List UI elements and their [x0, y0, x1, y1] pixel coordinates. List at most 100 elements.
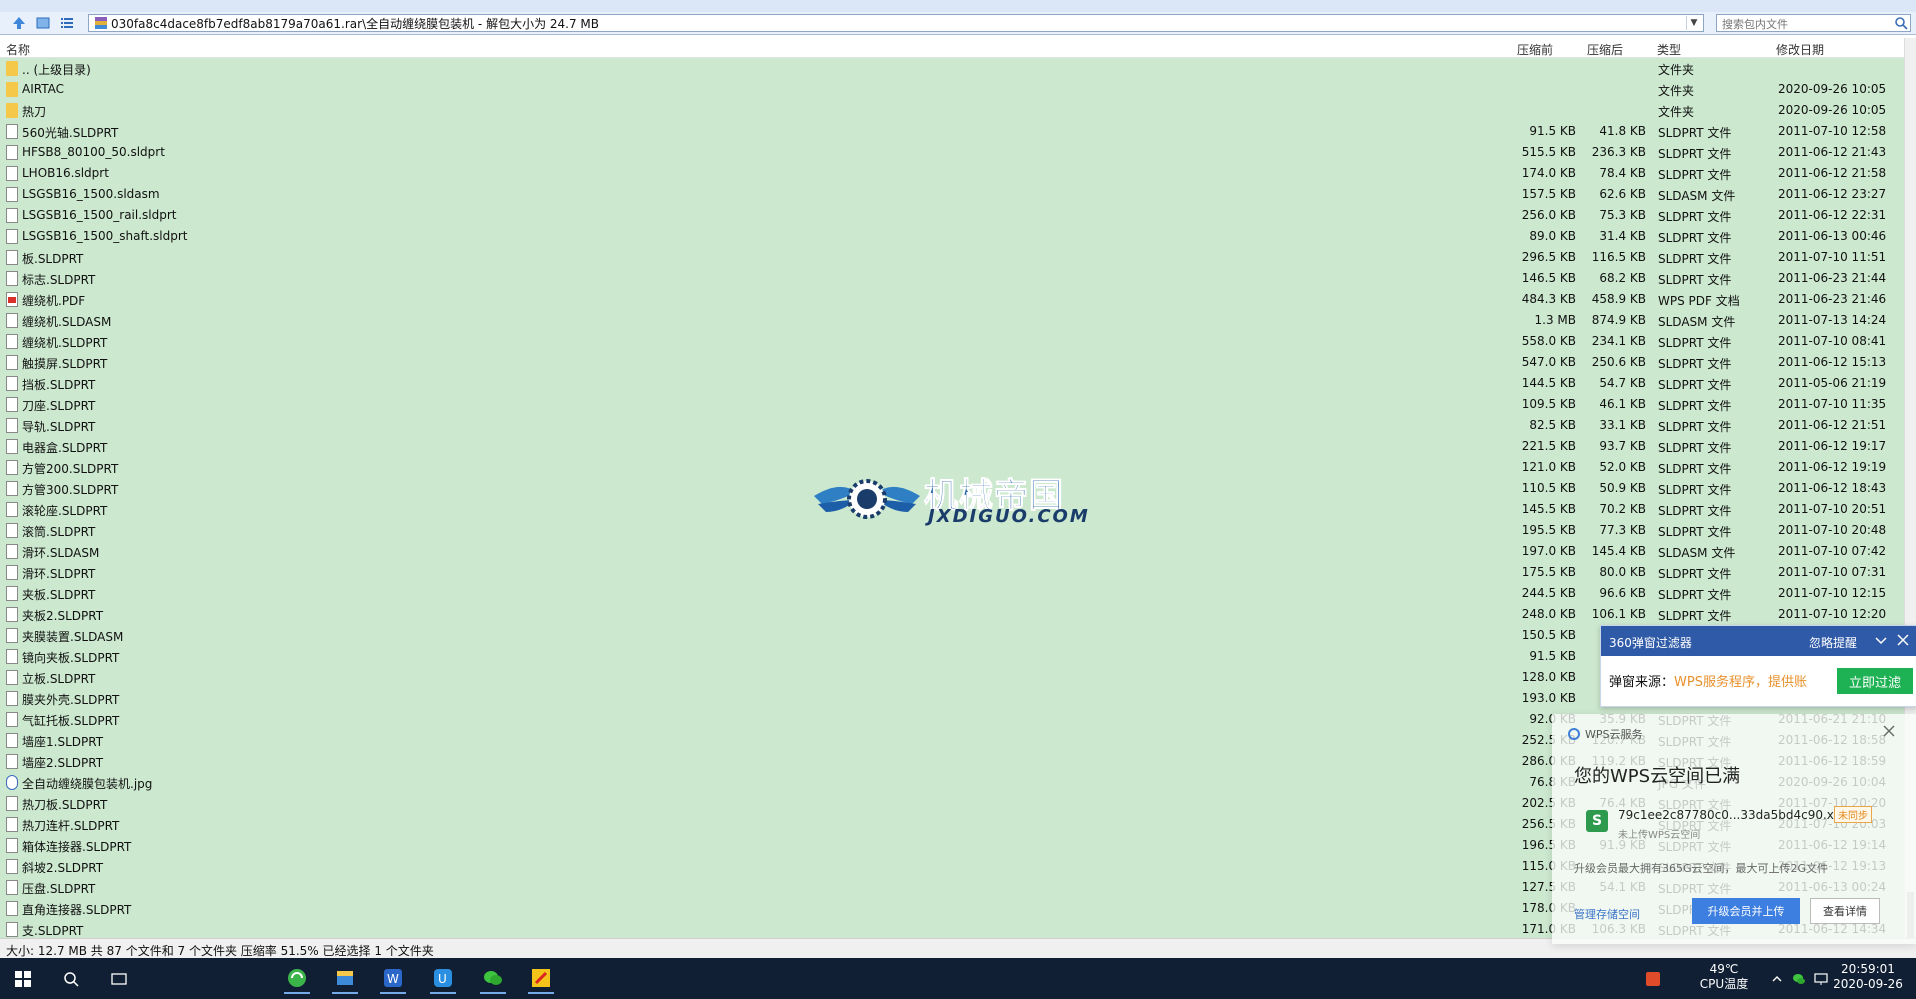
file-size-after: 77.3 KB	[1599, 523, 1646, 537]
file-size-before: 91.5 KB	[1529, 649, 1576, 663]
file-row[interactable]: 板.SLDPRT 296.5 KB 116.5 KB SLDPRT 文件 2011-07…	[0, 247, 1904, 268]
document-icon	[6, 376, 18, 391]
file-size-after: 250.6 KB	[1591, 355, 1646, 369]
file-row[interactable]: LSGSB16_1500_rail.sldprt 256.0 KB 75.3 KB S…	[0, 205, 1904, 226]
file-row[interactable]: 标志.SLDPRT 146.5 KB 68.2 KB SLDPRT 文件 2011-06…	[0, 268, 1904, 289]
file-date: 2011-06-12 21:58	[1778, 166, 1887, 180]
folder-icon	[6, 103, 18, 118]
column-size-after[interactable]: 压缩后	[1587, 41, 1623, 58]
wechat-icon[interactable]	[480, 964, 506, 994]
file-name: 电器盒.SLDPRT	[22, 441, 108, 455]
file-explorer-icon[interactable]	[332, 964, 358, 994]
file-size-before: 150.5 KB	[1521, 628, 1576, 642]
browser-360-icon[interactable]	[284, 964, 310, 994]
upgrade-upload-button[interactable]: 升级会员并上传	[1692, 898, 1800, 924]
file-row[interactable]: 挡板.SLDPRT 144.5 KB 54.7 KB SLDPRT 文件 2011-05…	[0, 373, 1904, 394]
file-name: 触摸屏.SLDPRT	[22, 357, 108, 371]
file-row[interactable]: 滑环.SLDPRT 175.5 KB 80.0 KB SLDPRT 文件 2011-07…	[0, 562, 1904, 583]
file-type: SLDPRT 文件	[1658, 168, 1732, 182]
file-date: 2011-07-10 20:48	[1778, 523, 1887, 537]
wps-title: 您的WPS云空间已满	[1574, 766, 1741, 787]
app-u-icon[interactable]: U	[430, 964, 456, 994]
path-field[interactable]: 030fa8c4dace8fb7edf8ab8179a70a61.rar\全自动…	[88, 14, 1704, 32]
file-size-before: 1.3 MB	[1534, 313, 1576, 327]
document-icon	[6, 544, 18, 559]
manage-storage-link[interactable]: 管理存储空间	[1574, 906, 1640, 922]
up-arrow-icon[interactable]	[10, 14, 28, 32]
file-row[interactable]: 缠绕机.PDF 484.3 KB 458.9 KB WPS PDF 文档 2011-06…	[0, 289, 1904, 310]
file-row[interactable]: HFSB8_80100_50.sldprt 515.5 KB 236.3 KB SLD…	[0, 142, 1904, 163]
list-view-icon[interactable]	[58, 14, 76, 32]
cpu-temperature[interactable]: 49℃ CPU温度	[1694, 962, 1754, 992]
wps-brand: WPS云服务	[1568, 726, 1643, 742]
file-row[interactable]: 导轨.SLDPRT 82.5 KB 33.1 KB SLDPRT 文件 2011-06-…	[0, 415, 1904, 436]
tray-app-icon[interactable]	[1640, 966, 1666, 992]
file-row[interactable]: 刀座.SLDPRT 109.5 KB 46.1 KB SLDPRT 文件 2011-07…	[0, 394, 1904, 415]
search-icon[interactable]	[1894, 16, 1908, 30]
file-name: HFSB8_80100_50.sldprt	[22, 145, 165, 159]
close-icon[interactable]	[1895, 632, 1911, 648]
column-name[interactable]: 名称	[6, 41, 30, 58]
file-size-before: 248.0 KB	[1521, 607, 1576, 621]
column-type[interactable]: 类型	[1657, 41, 1681, 58]
file-row[interactable]: LSGSB16_1500.sldasm 157.5 KB 62.6 KB SLDASM…	[0, 184, 1904, 205]
document-icon	[6, 187, 18, 202]
close-icon[interactable]	[1882, 724, 1896, 738]
clock[interactable]: 20:59:01 2020-09-26	[1828, 962, 1908, 992]
file-size-before: 296.5 KB	[1521, 250, 1576, 264]
file-row[interactable]: 滑环.SLDASM 197.0 KB 145.4 KB SLDASM 文件 2011-0…	[0, 541, 1904, 562]
file-row[interactable]: 缠绕机.SLDASM 1.3 MB 874.9 KB SLDASM 文件 2011-07…	[0, 310, 1904, 331]
file-row[interactable]: 触摸屏.SLDPRT 547.0 KB 250.6 KB SLDPRT 文件 2011-…	[0, 352, 1904, 373]
file-size-before: 89.0 KB	[1529, 229, 1576, 243]
svg-text:W: W	[387, 972, 399, 986]
file-name: LHOB16.sldprt	[22, 166, 109, 180]
column-size-before[interactable]: 压缩前	[1517, 41, 1553, 58]
popup-source: 弹窗来源：WPS服务程序，提供账	[1609, 671, 1829, 690]
notes-app-icon[interactable]	[528, 964, 554, 994]
file-size-before: 256.0 KB	[1521, 208, 1576, 222]
chevron-down-icon[interactable]	[1873, 632, 1889, 648]
file-row[interactable]: 560光轴.SLDPRT 91.5 KB 41.8 KB SLDPRT 文件 2011-…	[0, 121, 1904, 142]
file-row[interactable]: LSGSB16_1500_shaft.sldprt 89.0 KB 31.4 KB S…	[0, 226, 1904, 247]
search-input[interactable]	[1720, 16, 1884, 32]
view-details-button[interactable]: 查看详情	[1810, 898, 1880, 924]
file-size-after: 106.1 KB	[1591, 607, 1646, 621]
file-name: 膜夹外壳.SLDPRT	[22, 693, 120, 707]
ignore-reminder-link[interactable]: 忽略提醒	[1809, 634, 1857, 651]
task-view-icon[interactable]	[106, 966, 132, 992]
file-row[interactable]: 热刀 文件夹 2020-09-26 10:05	[0, 100, 1904, 121]
file-row[interactable]: 电器盒.SLDPRT 221.5 KB 93.7 KB SLDPRT 文件 2011-0…	[0, 436, 1904, 457]
file-row[interactable]: LHOB16.sldprt 174.0 KB 78.4 KB SLDPRT 文件 201…	[0, 163, 1904, 184]
thumbnail-view-icon[interactable]	[34, 14, 52, 32]
file-row[interactable]: 缠绕机.SLDPRT 558.0 KB 234.1 KB SLDPRT 文件 2011-…	[0, 331, 1904, 352]
file-size-before: 121.0 KB	[1521, 460, 1576, 474]
file-row[interactable]: 夹板.SLDPRT 244.5 KB 96.6 KB SLDPRT 文件 2011-07…	[0, 583, 1904, 604]
pdf-file-icon	[6, 292, 18, 307]
file-name: 热刀	[22, 105, 47, 119]
file-name: 板.SLDPRT	[22, 252, 84, 266]
file-size-before: 558.0 KB	[1521, 334, 1576, 348]
windows-start-icon[interactable]	[10, 966, 36, 992]
file-row[interactable]: AIRTAC 文件夹 2020-09-26 10:05	[0, 79, 1904, 100]
file-type: SLDPRT 文件	[1658, 378, 1732, 392]
file-row[interactable]: .. (上级目录) 文件夹	[0, 58, 1904, 79]
clock-date: 2020-09-26	[1833, 977, 1903, 991]
file-date: 2011-07-10 20:51	[1778, 502, 1887, 516]
file-name: 方管200.SLDPRT	[22, 462, 119, 476]
wps-writer-icon[interactable]: W	[380, 964, 406, 994]
file-size-after: 31.4 KB	[1599, 229, 1646, 243]
file-size-before: 221.5 KB	[1521, 439, 1576, 453]
file-type: SLDPRT 文件	[1658, 273, 1732, 287]
filter-now-button[interactable]: 立即过滤	[1837, 668, 1913, 694]
file-type: SLDPRT 文件	[1658, 147, 1732, 161]
column-modified-date[interactable]: 修改日期	[1776, 41, 1824, 58]
file-name: 夹板.SLDPRT	[22, 588, 96, 602]
chevron-down-icon[interactable]: ▼	[1686, 16, 1701, 30]
search-icon[interactable]	[58, 966, 84, 992]
search-box[interactable]	[1716, 14, 1911, 32]
popup-source-label: 弹窗来源：	[1609, 675, 1675, 690]
file-row[interactable]: 夹板2.SLDPRT 248.0 KB 106.1 KB SLDPRT 文件 2011-…	[0, 604, 1904, 625]
file-name: 气缸托板.SLDPRT	[22, 714, 120, 728]
file-type: SLDASM 文件	[1658, 546, 1736, 560]
document-icon	[6, 691, 18, 706]
